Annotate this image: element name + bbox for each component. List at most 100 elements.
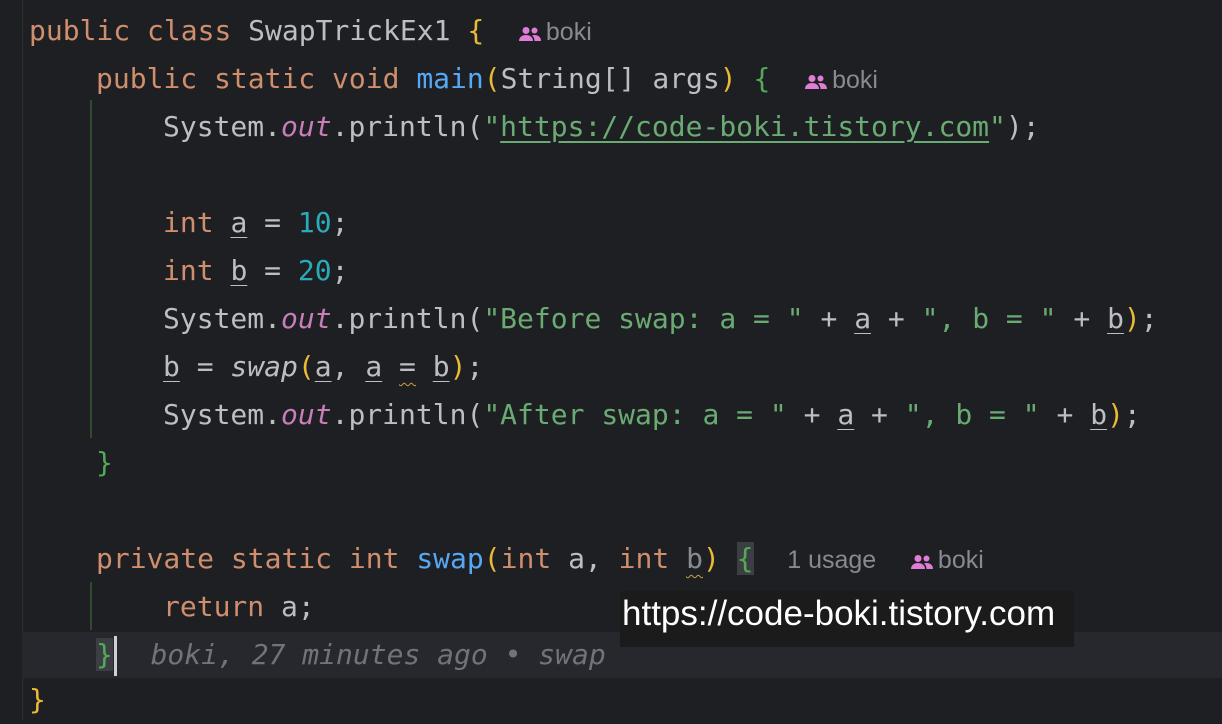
operator: = [247,254,298,287]
string-literal: "Before swap: a = " [483,302,804,335]
punctuation: ; [331,254,349,287]
author-hint[interactable]: boki [910,546,984,574]
keyword: return [163,590,265,623]
class-ref: System. [163,302,282,335]
variable: a [230,206,248,239]
keyword: int [163,254,214,287]
brace: { [736,542,754,575]
string-quote: " [483,110,501,143]
paren: ( [297,350,315,383]
people-icon [518,27,541,41]
code-line-5[interactable]: int a = 10; [163,199,348,247]
static-field: out [281,302,332,335]
class-ref: System. [163,110,282,143]
operator: + [871,302,922,335]
keyword: class [147,14,232,47]
operator: + [854,398,905,431]
punctuation: , [331,350,366,383]
class-name: SwapTrickEx1 [248,14,451,47]
code-line-3[interactable]: System.out.println("https://code-boki.ti… [163,103,1040,151]
method-call: .println( [331,110,484,143]
code-line-12[interactable]: private static int swap(int, a, int b) {… [96,535,984,583]
variable: a [314,350,332,383]
code-line-14[interactable]: } boki, 27 minutes ago • swap [96,631,606,679]
text-caret [113,636,117,676]
brace: { [753,62,771,95]
static-field: out [281,398,332,431]
punctuation: ; [466,350,484,383]
keyword: int [348,542,400,575]
operator: = [247,206,298,239]
variable: b [1107,302,1124,335]
operator: = [179,350,231,383]
unused-parameter: b [686,542,703,575]
method-call: .println( [331,398,484,431]
punctuation: ; [331,206,349,239]
people-icon [910,555,933,569]
author-name: boki [545,18,592,46]
variable: a [365,350,383,383]
method-call: swap [230,350,298,383]
gutter-divider [22,0,23,720]
operator: + [1056,302,1108,335]
paren: ) [702,542,720,575]
keyword: int [618,542,670,575]
operator: + [786,398,838,431]
brace: } [96,446,113,479]
watermark: https://code-boki.tistory.com [620,591,1074,647]
operator: = [399,350,416,383]
paren: ) [1107,398,1124,431]
string-literal: ", b = " [904,398,1040,431]
parameter: a [568,542,585,575]
keyword: void [332,62,400,95]
parameters: String[] args [500,62,720,95]
code-line-8[interactable]: b = swap(a, a = b); [163,343,483,391]
variable: b [1090,398,1108,431]
indent-guide [90,582,92,630]
number-literal: 10 [297,206,332,239]
return-value: a; [264,590,315,623]
paren: ) [1123,302,1141,335]
code-line-6[interactable]: int b = 20; [163,247,348,295]
code-line-10[interactable]: } [96,439,113,487]
url-link[interactable]: https://code-boki.tistory.com [500,110,989,143]
paren: ) [719,62,737,95]
author-name: boki [937,546,984,574]
paren: ( [483,62,501,95]
class-ref: System. [163,398,282,431]
string-quote: " [989,110,1006,143]
code-line-7[interactable]: System.out.println("Before swap: a = " +… [163,295,1158,343]
code-line-13[interactable]: return a; [163,583,315,631]
method-name: swap [416,542,484,575]
author-hint[interactable]: boki [804,66,878,94]
keyword: public [96,62,198,95]
brace: { [467,14,485,47]
keyword: private [96,542,215,575]
author-name: boki [832,66,878,94]
code-line-1[interactable]: public class SwapTrickEx1 { boki [29,7,592,55]
punctuation: ; [1123,398,1141,431]
variable: b [432,350,450,383]
author-hint[interactable]: boki [518,18,592,46]
static-field: out [281,110,332,143]
method-call: .println( [331,302,484,335]
string-literal: ", b = " [921,302,1057,335]
code-line-9[interactable]: System.out.println("After swap: a = " + … [163,391,1141,439]
usage-hint[interactable]: 1 usage [787,546,876,574]
punctuation: ); [1005,110,1040,143]
variable: a [837,398,855,431]
operator: + [1039,398,1091,431]
punctuation: , [584,542,619,575]
brace: } [29,683,46,716]
string-literal: "After swap: a = " [483,398,787,431]
git-blame-annotation[interactable]: boki, 27 minutes ago • swap [151,638,606,671]
code-line-2[interactable]: public static void main(String[] args) {… [96,55,878,103]
keyword: int [500,542,552,575]
operator: + [803,302,855,335]
number-literal: 20 [297,254,332,287]
paren: ( [483,542,501,575]
code-line-15[interactable]: } [29,676,46,724]
variable: b [230,254,248,287]
indent-guide [90,100,92,438]
variable: b [163,350,180,383]
